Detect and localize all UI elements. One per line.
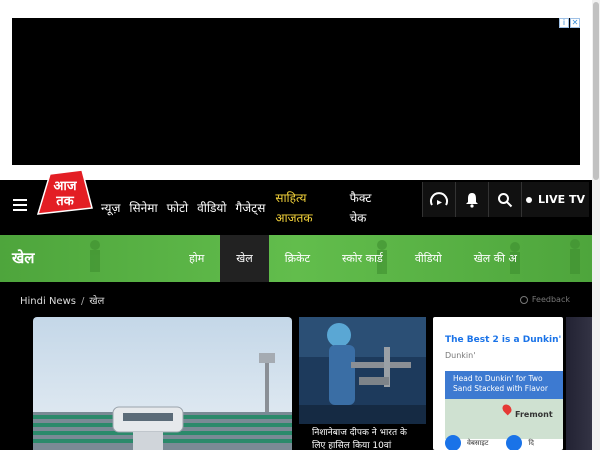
breadcrumb-current: खेल [89, 296, 105, 307]
tab-home[interactable]: होम [173, 235, 220, 282]
nav-item-news[interactable]: न्यूज़ [101, 199, 120, 216]
tab-video[interactable]: वीडियो [399, 235, 458, 282]
ad-bubble-text: Head to Dunkin' for Two Sand Stacked wit… [445, 371, 563, 399]
notification-bell-icon[interactable] [455, 182, 488, 217]
live-tv-label: LIVE TV [538, 193, 585, 206]
breadcrumb-bar: Hindi News / खेल Feedback [0, 282, 592, 317]
main-nav: न्यूज़ सिनेमा फोटो वीडियो गैजेट्स साहित्… [101, 180, 380, 235]
section-title: खेल [12, 249, 35, 267]
breadcrumb-home[interactable]: Hindi News [20, 296, 76, 307]
feedback-icon [519, 295, 528, 304]
nav-item-sahitya-aajtak[interactable]: साहित्य आजतक [275, 188, 312, 228]
sahitya-line-1: साहित्य [275, 190, 307, 205]
fact-line-1: फैक्ट [349, 190, 372, 205]
sahitya-line-2: आजतक [275, 210, 313, 225]
ad-directions-button[interactable]: दि [506, 435, 534, 450]
ad-title[interactable]: The Best 2 is a Dunkin' Go [445, 335, 563, 345]
stadium-image [33, 317, 292, 450]
ad-website-button[interactable]: वेबसाइट [445, 435, 488, 450]
close-icon[interactable]: ✕ [570, 18, 580, 28]
scrollbar-thumb[interactable] [593, 2, 599, 180]
story-card[interactable]: निशानेबाज दीपक ने भारत के लिए हासिल किया… [299, 317, 426, 450]
aajtak-logo[interactable]: आज तक [34, 168, 96, 216]
main-story-card[interactable] [33, 317, 292, 450]
map-pin-icon [500, 402, 514, 416]
hamburger-menu-icon[interactable] [13, 199, 27, 213]
scrollbar[interactable] [592, 0, 600, 450]
svg-text:आज: आज [54, 179, 78, 194]
feedback-link[interactable]: Feedback [519, 295, 570, 304]
story-headline[interactable]: निशानेबाज दीपक ने भारत के लिए हासिल किया… [299, 424, 426, 450]
ad-creative[interactable]: i ✕ [12, 18, 580, 165]
shooter-image [299, 317, 426, 424]
info-icon[interactable]: i [559, 18, 569, 28]
ad-brand: Dunkin' [445, 351, 476, 360]
breadcrumb-separator: / [80, 296, 85, 307]
ad-map[interactable]: Head to Dunkin' for Two Sand Stacked wit… [445, 371, 563, 439]
live-tv-button[interactable]: LIVE TV [521, 182, 589, 217]
section-bar: खेल होम खेल क्रिकेट स्कोर कार्ड वीडियो ख… [0, 235, 592, 282]
search-icon[interactable] [488, 182, 521, 217]
ad-website-label: वेबसाइट [467, 438, 489, 447]
podcast-icon[interactable] [422, 182, 455, 217]
feedback-label: Feedback [531, 295, 570, 304]
tab-scorecard[interactable]: स्कोर कार्ड [326, 235, 399, 282]
directions-icon [506, 435, 523, 450]
nav-item-fact-check[interactable]: फैक्ट चेक [350, 188, 372, 228]
next-card-edge[interactable] [566, 317, 592, 450]
svg-text:तक: तक [55, 194, 74, 209]
ad-location: Fremont [515, 410, 553, 419]
nav-item-gadgets[interactable]: गैजेट्स [236, 199, 266, 216]
nav-item-cinema[interactable]: सिनेमा [129, 199, 157, 216]
nav-item-photo[interactable]: फोटो [167, 199, 189, 216]
nav-item-video[interactable]: वीडियो [197, 199, 226, 216]
ad-banner: i ✕ [0, 0, 592, 180]
ad-choices[interactable]: i ✕ [559, 18, 580, 28]
ad-actions: वेबसाइट दि [445, 435, 534, 450]
section-tabs: होम खेल क्रिकेट स्कोर कार्ड वीडियो खेल क… [173, 235, 533, 282]
tab-khel[interactable]: खेल [220, 235, 269, 282]
header-actions: LIVE TV [422, 182, 589, 217]
live-dot-icon [526, 196, 532, 203]
fact-line-2: चेक [349, 210, 367, 225]
breadcrumb: Hindi News / खेल [20, 293, 104, 307]
ad-card[interactable]: The Best 2 is a Dunkin' Go Dunkin' Head … [433, 317, 563, 450]
tab-more[interactable]: खेल की अ [458, 235, 533, 282]
globe-icon [445, 435, 461, 450]
ad-directions-label: दि [528, 438, 534, 447]
tab-cricket[interactable]: क्रिकेट [269, 235, 326, 282]
